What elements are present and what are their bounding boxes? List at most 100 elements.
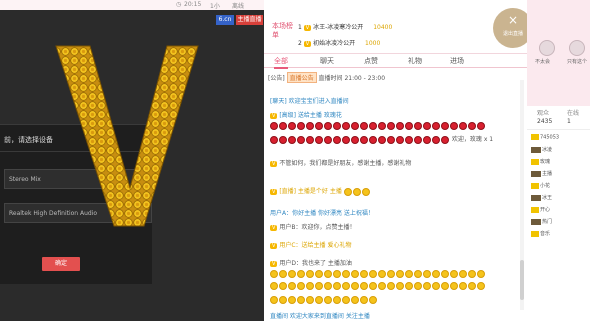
- emoji-icon: [468, 270, 476, 278]
- list-item[interactable]: 745053: [531, 134, 589, 143]
- viewer-name: 冰王: [542, 195, 553, 201]
- stream-time: 20:15: [184, 1, 202, 8]
- list-item[interactable]: 小花: [531, 182, 589, 191]
- avatar[interactable]: [539, 40, 555, 56]
- list-item[interactable]: 音乐: [531, 230, 589, 239]
- tab-chat[interactable]: 聊天: [320, 56, 334, 66]
- level-icon: V: [303, 25, 312, 31]
- emoji-icon: [450, 282, 458, 290]
- emoji-icon: [288, 296, 296, 304]
- emoji-icon: [414, 282, 422, 290]
- emoji-icon: [378, 270, 386, 278]
- rose-row: [270, 122, 510, 130]
- message-text: 欢迎，玫瑰 x 1: [451, 136, 494, 143]
- emoji-icon: [432, 282, 440, 290]
- avatar-label: 只有这个: [567, 59, 588, 65]
- avatar-label: 不太会: [535, 59, 551, 65]
- emoji-icon: [351, 296, 359, 304]
- list-item[interactable]: 热门: [531, 218, 589, 227]
- emoji-icon: [369, 282, 377, 290]
- emoji-icon: [333, 282, 341, 290]
- right-sidebar: 不太会 只有这个 观众 2435 在线 1 745053 冰凌 玫瑰 主播 小花…: [527, 0, 590, 321]
- avatar[interactable]: [569, 40, 585, 56]
- emoji-icon: [270, 296, 278, 304]
- rose-icon: [342, 122, 350, 130]
- rose-icon: [432, 122, 440, 130]
- badge-icon: [531, 206, 539, 213]
- chat-message: V 用户C：送给主播 爱心礼物: [270, 240, 510, 249]
- list-item[interactable]: 开心: [531, 206, 589, 215]
- list-item[interactable]: 冰王: [531, 194, 589, 203]
- rank-label: 本场榜单: [272, 22, 293, 39]
- rose-icon: [432, 135, 440, 144]
- chat-message: V [直播] 主播是个好 主播: [270, 186, 510, 196]
- emoji-icon: [414, 270, 422, 278]
- chat-panel: 本场榜单 1 V 冰王-冰凌寒冷公开 10400 2 V 初始冰凌冷公开 100…: [264, 0, 527, 321]
- rose-icon: [324, 122, 332, 130]
- stat-value: 2435: [537, 118, 553, 125]
- rose-icon: [405, 135, 413, 144]
- tab-all[interactable]: 全部: [274, 56, 288, 69]
- rose-icon: [360, 122, 368, 130]
- tab-enter[interactable]: 进场: [450, 56, 464, 66]
- rose-icon: [414, 135, 422, 144]
- announce-text: 直播时间 21:00 - 23:00: [318, 75, 386, 82]
- badge-icon: [531, 134, 539, 140]
- rose-icon: [297, 135, 305, 144]
- emoji-icon: [405, 282, 413, 290]
- tab-gift[interactable]: 礼物: [408, 56, 422, 66]
- rose-icon: [333, 135, 341, 144]
- emoji-icon: [405, 270, 413, 278]
- message-text: 用户C：送给主播 爱心礼物: [279, 242, 352, 249]
- stat-label: 在线: [567, 110, 580, 117]
- emoji-icon: [315, 282, 323, 290]
- platform-badge: 6.cn: [216, 15, 234, 25]
- rose-icon: [450, 122, 458, 130]
- dialog-title: 前，请选择设备: [4, 136, 53, 144]
- emoji-icon: [297, 296, 305, 304]
- chat-message: [聊天] 欢迎宝宝们进入直播间: [270, 96, 510, 105]
- level-icon: V: [270, 243, 278, 249]
- rose-icon: [324, 135, 332, 144]
- viewer-name: 745053: [540, 134, 560, 141]
- tab-like[interactable]: 点赞: [364, 56, 378, 66]
- rose-icon: [288, 135, 296, 144]
- rose-icon: [378, 135, 386, 144]
- chat-message: V 用户D：我也来了 主播加油: [270, 258, 510, 267]
- rose-icon: [378, 122, 386, 130]
- list-item[interactable]: 主播: [531, 170, 589, 179]
- list-item[interactable]: 冰凌: [531, 146, 589, 155]
- emoji-icon: [441, 270, 449, 278]
- level-icon: V: [270, 113, 278, 119]
- rose-icon: [468, 122, 476, 130]
- viewer-list: 观众 2435 在线 1 745053 冰凌 玫瑰 主播 小花 冰王 开心 热门…: [527, 106, 590, 321]
- rank-name: 冰王-冰凌寒冷公开: [313, 24, 364, 31]
- message-text: 用户B：欢迎你，点赞主播！: [279, 224, 356, 231]
- message-text: 直播间 欢迎大家来到直播间 关注主播: [270, 313, 370, 320]
- chat-scrollbar[interactable]: [520, 80, 524, 310]
- scrollbar-thumb[interactable]: [520, 260, 524, 300]
- emoji-icon: [288, 282, 296, 290]
- stream-preview-panel: ◷ 20:15 1小 离线 6.cn 主播直播 前，请选择设备 Stereo M…: [0, 0, 264, 321]
- emoji-icon: [324, 282, 332, 290]
- rank-row[interactable]: 2 V 初始冰凌冷公开 1000: [298, 38, 528, 50]
- emoji-icon: [423, 270, 431, 278]
- confirm-button[interactable]: 确定: [42, 257, 80, 271]
- emoji-icon: [360, 282, 368, 290]
- rose-icon: [423, 135, 431, 144]
- emoji-icon: [468, 282, 476, 290]
- list-item[interactable]: 玫瑰: [531, 158, 589, 167]
- rose-icon: [405, 122, 413, 130]
- platform-label[interactable]: 主播直播: [236, 15, 263, 25]
- emoji-icon: [306, 296, 314, 304]
- viewer-stats: 观众 2435 在线 1: [527, 106, 590, 130]
- badge-icon: [531, 146, 541, 153]
- badge-icon: [531, 230, 539, 237]
- exit-live-label: 退出直播: [502, 31, 523, 37]
- badge-icon: [531, 218, 541, 225]
- emoji-icon: [459, 282, 467, 290]
- rose-icon: [333, 122, 341, 130]
- rose-icon: [477, 122, 485, 130]
- rose-icon: [297, 122, 305, 130]
- rose-icon: [288, 122, 296, 130]
